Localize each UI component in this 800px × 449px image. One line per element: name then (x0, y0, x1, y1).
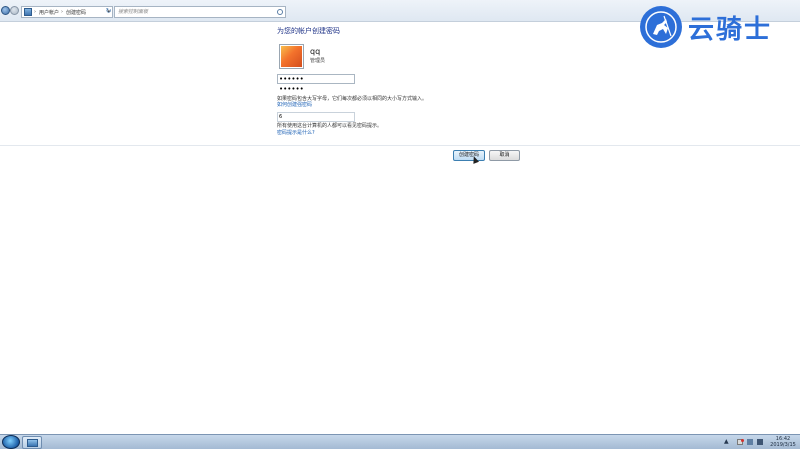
breadcrumb-user-accounts[interactable]: 用户帐户 (39, 9, 59, 16)
page-title: 为您的帐户创建密码 (277, 27, 340, 35)
search-placeholder: 搜索控制面板 (118, 9, 149, 15)
forward-button[interactable] (10, 6, 19, 15)
chevron-right-icon: › (61, 9, 64, 15)
start-button[interactable] (2, 435, 20, 449)
brand-logo-text: 云骑士 (688, 14, 773, 45)
cancel-button[interactable]: 取消 (489, 150, 520, 161)
network-icon[interactable] (747, 439, 753, 445)
control-panel-icon (27, 439, 38, 447)
hint-visibility-note: 所有使用这台计算机的人都可以看见密码提示。 (277, 123, 383, 129)
chevron-right-icon: › (34, 9, 36, 15)
search-input[interactable]: 搜索控制面板 (114, 6, 286, 18)
user-avatar (279, 44, 304, 69)
refresh-icon[interactable]: ↻ (104, 7, 113, 16)
back-button[interactable] (1, 6, 10, 15)
taskbar-control-panel-button[interactable] (22, 436, 42, 449)
confirm-password-input[interactable]: •••••• (277, 84, 355, 94)
brand-logo: 云骑士 (640, 4, 790, 50)
divider (0, 145, 800, 146)
system-clock[interactable]: 16:42 2019/3/15 (768, 436, 798, 448)
clock-date: 2019/3/15 (770, 442, 796, 448)
new-password-input[interactable]: •••••• (277, 74, 355, 84)
address-field[interactable]: › 用户帐户 › 创建密码 ▾ (21, 6, 113, 18)
control-panel-icon (24, 8, 32, 16)
breadcrumb-create-password[interactable]: 创建密码 (66, 9, 86, 16)
taskbar: ▲ 16:42 2019/3/15 (0, 434, 800, 449)
knight-logo-icon (640, 6, 682, 48)
password-hint-help-link[interactable]: 密码提示是什么? (277, 129, 315, 136)
search-icon[interactable] (277, 9, 283, 15)
strong-password-link[interactable]: 如何创建强密码 (277, 101, 312, 108)
create-password-button[interactable]: 创建密码 (453, 150, 485, 161)
user-name: qq (310, 47, 321, 56)
action-center-flag-icon[interactable] (737, 439, 744, 445)
volume-icon[interactable] (757, 439, 763, 445)
user-role: 管理员 (310, 58, 326, 64)
chevron-up-icon[interactable]: ▲ (724, 438, 729, 445)
password-hint-input[interactable]: 6 (277, 112, 355, 122)
